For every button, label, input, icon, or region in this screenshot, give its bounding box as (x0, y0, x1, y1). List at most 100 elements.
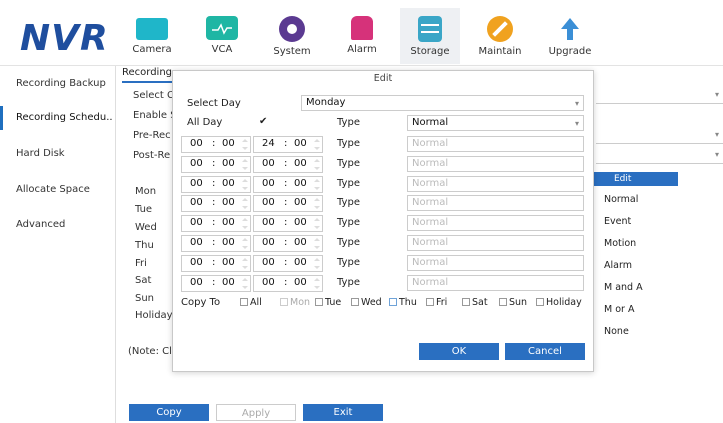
dropdown-item-m-or-a[interactable]: M or A (594, 299, 678, 321)
end-hour: 00 (262, 217, 275, 229)
time-colon: : (212, 177, 216, 189)
time-colon: : (284, 256, 288, 268)
end-hour: 00 (262, 197, 275, 209)
dropdown-item-motion[interactable]: Motion (594, 233, 678, 255)
time-row: 00:00 00:00 (181, 155, 325, 173)
all-day-checkbox[interactable]: ✔ (259, 116, 267, 127)
spinner-icon[interactable] (314, 217, 320, 230)
copy-to-fri[interactable]: Fri (426, 297, 447, 308)
copy-to-holiday[interactable]: Holiday (536, 297, 582, 308)
spinner-icon[interactable] (242, 138, 248, 151)
start-time-input[interactable]: 00:00 (181, 274, 251, 292)
cancel-button[interactable]: Cancel (505, 343, 585, 360)
sidebar-item-allocate-space[interactable]: Allocate Space (0, 178, 116, 202)
time-row: 00:00 00:00 (181, 215, 325, 233)
spinner-icon[interactable] (242, 237, 248, 250)
spinner-icon[interactable] (314, 197, 320, 210)
sidebar-item-advanced[interactable]: Advanced (0, 213, 116, 237)
copy-button[interactable]: Copy (129, 404, 209, 421)
type-label: Type (337, 177, 360, 189)
spinner-icon[interactable] (314, 158, 320, 171)
spinner-icon[interactable] (242, 257, 248, 270)
start-time-input[interactable]: 00:00 (181, 235, 251, 252)
end-hour: 00 (262, 276, 275, 288)
pre-record-select[interactable]: ▾ (596, 128, 723, 144)
nav-alarm[interactable]: Alarm (332, 8, 392, 64)
copy-to-tue[interactable]: Tue (315, 297, 341, 308)
apply-button[interactable]: Apply (216, 404, 296, 421)
end-time-input[interactable]: 00:00 (253, 254, 323, 272)
dropdown-item-alarm[interactable]: Alarm (594, 255, 678, 277)
day-label-sat: Sat (135, 275, 152, 286)
end-time-input[interactable]: 00:00 (253, 274, 323, 292)
nvr-logo: NVR (20, 18, 109, 59)
end-time-input[interactable]: 00:00 (253, 215, 323, 233)
nav-system[interactable]: System (262, 8, 322, 64)
spinner-icon[interactable] (242, 277, 248, 290)
dropdown-item-normal[interactable]: Normal (594, 189, 678, 211)
dropdown-item-none[interactable]: None (594, 321, 678, 343)
spinner-icon[interactable] (314, 138, 320, 151)
end-time-input[interactable]: 24:00 (253, 136, 323, 153)
type-select: Normal (407, 136, 584, 152)
wrench-icon (487, 16, 513, 42)
copy-to-thu[interactable]: Thu (389, 297, 417, 308)
spinner-icon[interactable] (314, 237, 320, 250)
spinner-icon[interactable] (314, 178, 320, 191)
start-time-input[interactable]: 00:00 (181, 215, 251, 233)
start-time-input[interactable]: 00:00 (181, 175, 251, 193)
nav-vca[interactable]: VCA (192, 8, 252, 64)
select-day-dropdown[interactable]: Monday ▾ (301, 95, 584, 111)
start-time-input[interactable]: 00:00 (181, 136, 251, 153)
copy-to-sat[interactable]: Sat (462, 297, 488, 308)
exit-button[interactable]: Exit (303, 404, 383, 421)
time-colon: : (284, 157, 288, 169)
end-hour: 00 (262, 256, 275, 268)
sidebar-item-recording-backup[interactable]: Recording Backup (0, 72, 116, 96)
end-time-input[interactable]: 00:00 (253, 175, 323, 193)
time-colon: : (212, 157, 216, 169)
start-hour: 00 (190, 197, 203, 209)
chevron-down-icon: ▾ (574, 119, 579, 128)
start-hour: 00 (190, 237, 203, 248)
ok-button[interactable]: OK (419, 343, 499, 360)
checkbox-icon (280, 298, 288, 306)
nav-storage[interactable]: Storage (400, 8, 460, 64)
start-time-input[interactable]: 00:00 (181, 195, 251, 213)
sidebar: Recording Backup Recording Schedu.. Hard… (0, 66, 116, 423)
end-minute: 00 (294, 177, 307, 189)
sidebar-item-recording-schedule[interactable]: Recording Schedu.. (0, 106, 116, 130)
start-minute: 00 (222, 138, 235, 149)
copy-to-sun[interactable]: Sun (499, 297, 527, 308)
end-time-input[interactable]: 00:00 (253, 235, 323, 252)
copy-to-label: Copy To (181, 297, 221, 308)
nav-upgrade-label: Upgrade (548, 46, 592, 57)
sidebar-item-hard-disk[interactable]: Hard Disk (0, 142, 116, 166)
nav-upgrade[interactable]: Upgrade (540, 8, 600, 64)
dropdown-item-m-and-a[interactable]: M and A (594, 277, 678, 299)
camera-select[interactable]: ▾ (596, 88, 723, 104)
spinner-icon[interactable] (242, 178, 248, 191)
day-label-holiday: Holiday (135, 310, 173, 321)
nav-camera[interactable]: Camera (122, 8, 182, 64)
spinner-icon[interactable] (314, 277, 320, 290)
post-record-select[interactable]: ▾ (596, 148, 723, 164)
chevron-down-icon: ▾ (574, 99, 579, 108)
spinner-icon[interactable] (242, 158, 248, 171)
spinner-icon[interactable] (242, 197, 248, 210)
copy-to-all[interactable]: All (240, 297, 262, 308)
start-time-input[interactable]: 00:00 (181, 254, 251, 272)
type-select-value: Normal (412, 256, 449, 268)
top-navigation-bar: NVR Camera VCA System Alarm Storage Main… (0, 0, 723, 66)
start-time-input[interactable]: 00:00 (181, 155, 251, 173)
dropdown-edit-header[interactable]: Edit (594, 172, 678, 186)
copy-to-wed[interactable]: Wed (351, 297, 382, 308)
end-time-input[interactable]: 00:00 (253, 195, 323, 213)
nav-maintain[interactable]: Maintain (470, 8, 530, 64)
type-label: Type (337, 117, 360, 128)
type-select-0[interactable]: Normal ▾ (407, 115, 584, 131)
spinner-icon[interactable] (314, 257, 320, 270)
end-time-input[interactable]: 00:00 (253, 155, 323, 173)
dropdown-item-event[interactable]: Event (594, 211, 678, 233)
spinner-icon[interactable] (242, 217, 248, 230)
